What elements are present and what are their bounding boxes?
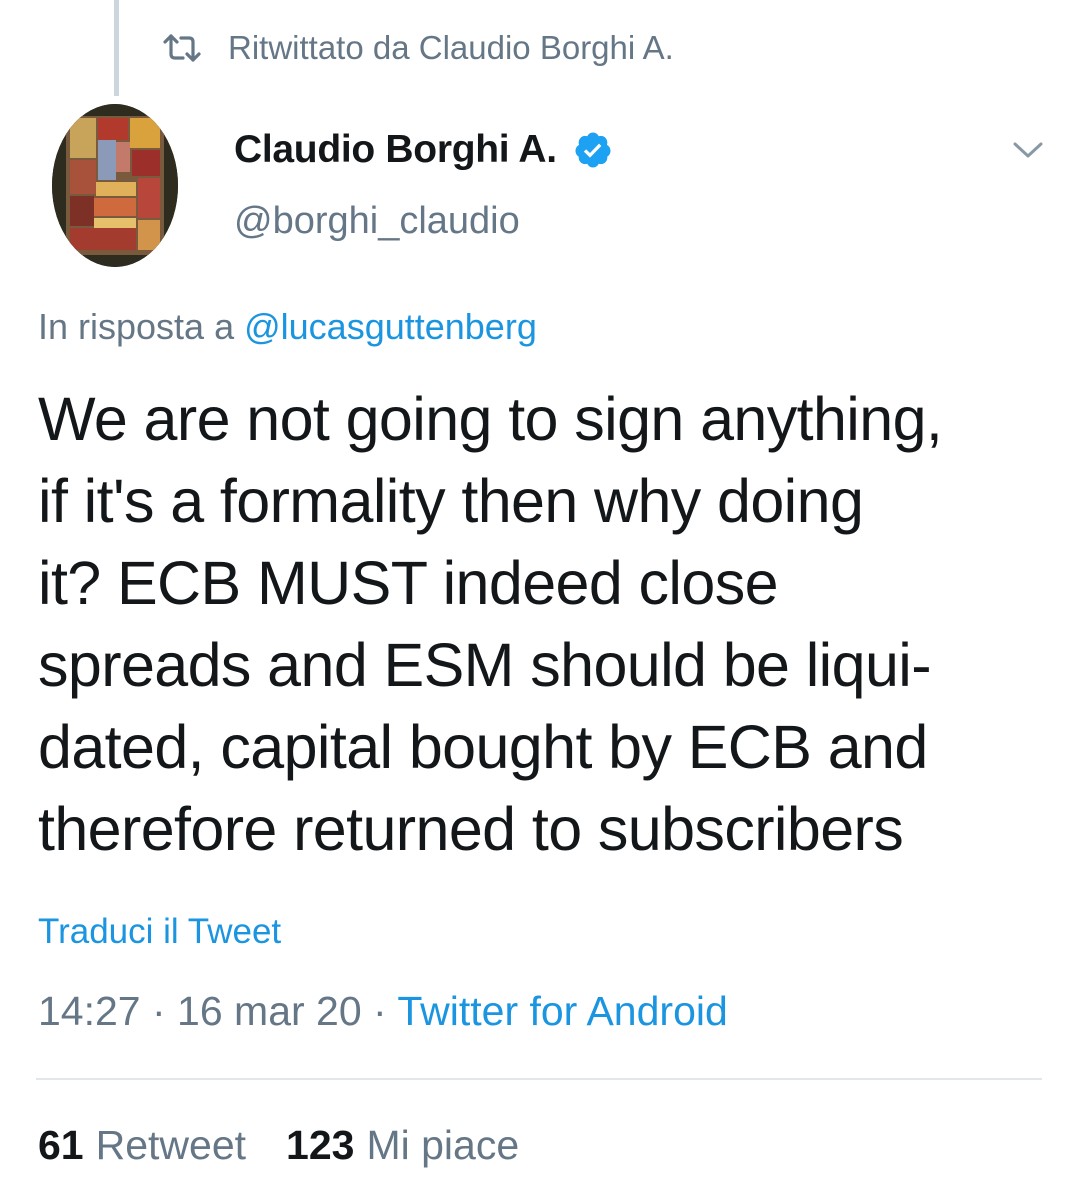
retweet-banner-text: Ritwittato da Claudio Borghi A. [228,29,674,66]
chevron-down-icon[interactable] [1008,132,1048,168]
tweet-text-line: it? ECB MUST indeed close [38,549,779,617]
author-name-row[interactable]: Claudio Borghi A. [234,124,613,176]
likes-stat[interactable]: 123 Mi piace [286,1122,519,1169]
thread-connector-line [114,0,119,96]
tweet-text-line: therefore returned to subscribers [38,795,904,863]
likes-count: 123 [286,1122,355,1168]
tweet-text: We are not going to sign anything, if it… [38,378,1048,870]
verified-badge-icon [573,130,613,170]
author-handle[interactable]: @borghi_claudio [234,200,520,243]
tweet-meta: 14:27 · 16 mar 20 · Twitter for Android [38,988,728,1034]
tweet-time: 14:27 [38,988,141,1034]
avatar[interactable] [52,104,178,267]
tweet-date: 16 mar 20 [177,988,362,1034]
author-display-name[interactable]: Claudio Borghi A. [234,128,557,172]
retweet-icon [160,26,204,70]
divider [36,1078,1042,1080]
translate-tweet-link[interactable]: Traduci il Tweet [38,912,281,952]
tweet-source-link[interactable]: Twitter for Android [397,988,727,1034]
tweet-text-line: We are not going to sign anything, [38,385,943,453]
reply-context: In risposta a @lucasguttenberg [38,306,537,348]
retweets-count: 61 [38,1122,84,1168]
tweet-text-line: dated, capital bought by ECB and [38,713,928,781]
tweet-text-line: if it's a formality then why doing [38,467,864,535]
reply-mention-link[interactable]: @lucasguttenberg [244,306,537,347]
likes-label: Mi piace [366,1122,520,1168]
tweet-text-line: spreads and ESM should be liqui- [38,631,932,699]
tweet-stats: 61 Retweet 123 Mi piace [38,1122,559,1169]
reply-prefix: In risposta a [38,306,245,347]
retweets-label: Retweet [95,1122,247,1168]
retweets-stat[interactable]: 61 Retweet [38,1122,246,1169]
retweet-banner[interactable]: Ritwittato da Claudio Borghi A. [160,26,674,70]
